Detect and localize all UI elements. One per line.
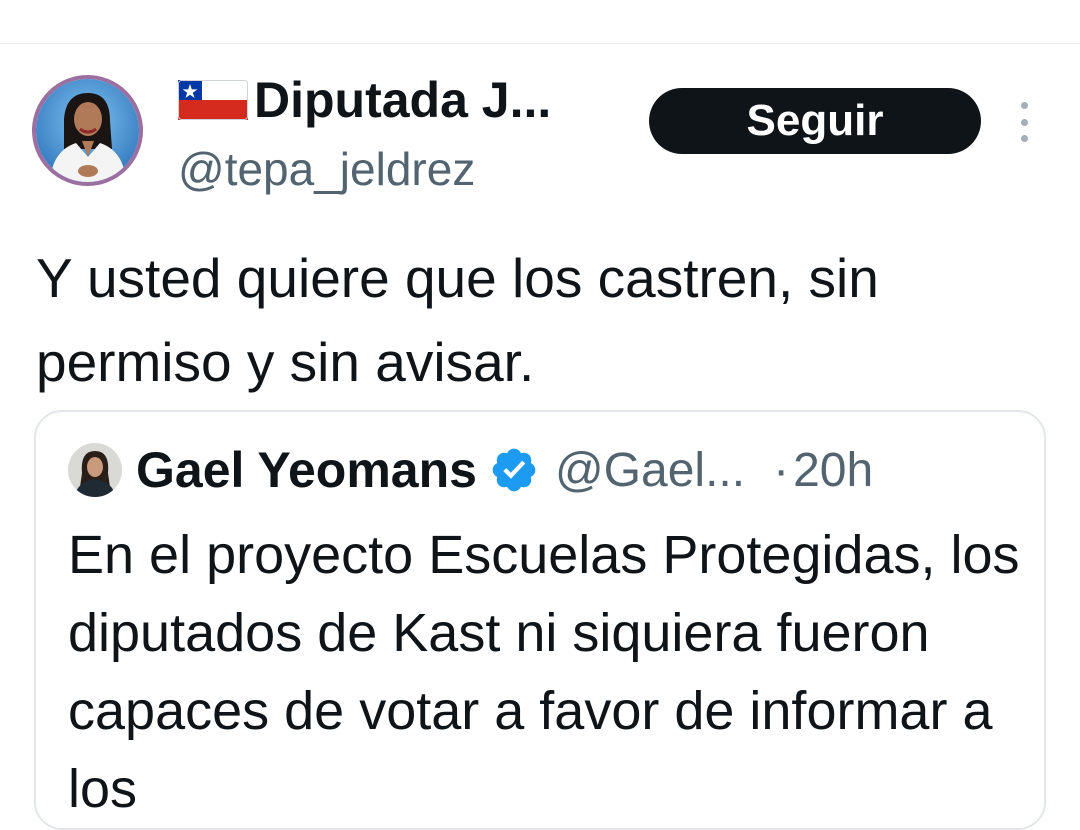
quoted-timestamp[interactable]: 20h [793,443,873,498]
author-avatar[interactable] [32,75,143,186]
quoted-avatar[interactable] [68,443,122,497]
more-options-icon[interactable] [1010,102,1038,142]
chile-flag-icon [178,80,248,120]
follow-button[interactable]: Seguir [649,88,981,154]
verified-badge-icon [492,448,536,492]
dot-icon [1020,135,1028,142]
quoted-tweet[interactable]: Gael Yeomans @Gael... · 20h En el proyec… [34,410,1046,830]
quoted-display-name[interactable]: Gael Yeomans [136,441,477,499]
separator-dot: · [773,443,790,497]
quoted-handle[interactable]: @Gael... [555,443,745,498]
dot-icon [1020,118,1028,126]
top-bar [0,0,1080,44]
author-display-name[interactable]: Diputada J... [254,70,551,130]
author-photo [36,79,139,182]
author-name-row[interactable]: Diputada J... [178,70,551,130]
tweet-text: Y usted quiere que los castren, sin perm… [36,247,879,393]
quoted-header: Gael Yeomans @Gael... · 20h [68,440,873,500]
author-handle[interactable]: @tepa_jeldrez [178,140,475,198]
quoted-text: En el proyecto Escuelas Protegidas, los … [68,525,1020,819]
quoted-photo [68,443,122,497]
dot-icon [1020,102,1028,109]
